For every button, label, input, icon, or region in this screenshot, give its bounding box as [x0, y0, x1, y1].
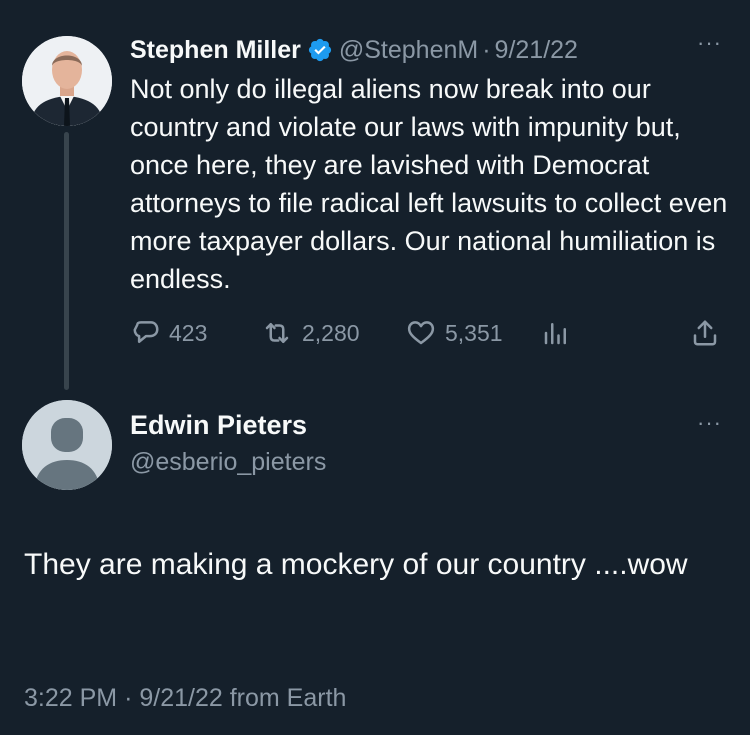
- reply-meta-separator: ·: [124, 684, 133, 712]
- reply-more-options-icon[interactable]: ···: [697, 410, 722, 436]
- profile-photo-icon: [22, 36, 112, 126]
- reply-tweet-text: They are making a mockery of our country…: [24, 548, 688, 581]
- parent-tweet-header: Stephen Miller @StephenM · 9/21/22: [130, 34, 578, 66]
- retweet-count: 2,280: [302, 319, 360, 346]
- author-handle[interactable]: @StephenM: [339, 34, 478, 66]
- heart-icon: [405, 318, 437, 348]
- thread-connector-line: [64, 132, 69, 390]
- like-count: 5,351: [445, 319, 503, 346]
- meta-separator: ·: [482, 36, 491, 64]
- reply-icon: [131, 318, 161, 348]
- reply-button[interactable]: 423: [131, 316, 207, 350]
- reply-author-display-name[interactable]: Edwin Pieters: [130, 410, 307, 441]
- verified-badge-icon: [307, 37, 333, 63]
- reply-tweet-meta: 3:22 PM · 9/21/22 from Earth: [24, 684, 346, 713]
- reply-author-handle[interactable]: @esberio_pieters: [130, 448, 326, 477]
- reply-count: 423: [169, 319, 208, 346]
- like-button[interactable]: 5,351: [405, 316, 503, 350]
- reply-source: from Earth: [229, 684, 347, 712]
- share-button[interactable]: [690, 316, 720, 350]
- views-button[interactable]: [541, 316, 571, 350]
- avatar-stephen-miller[interactable]: [22, 36, 112, 126]
- author-display-name[interactable]: Stephen Miller: [130, 34, 301, 66]
- reply-time[interactable]: 3:22 PM: [24, 684, 117, 712]
- retweet-icon: [260, 318, 294, 348]
- default-avatar-icon: [22, 400, 112, 490]
- tweet-date[interactable]: 9/21/22: [495, 34, 578, 66]
- more-options-icon[interactable]: ···: [697, 30, 722, 56]
- share-icon: [690, 317, 720, 349]
- views-bar-chart-icon: [541, 318, 571, 348]
- reply-date[interactable]: 9/21/22: [139, 684, 222, 712]
- parent-tweet-text: Not only do illegal aliens now break int…: [130, 74, 728, 294]
- retweet-button[interactable]: 2,280: [260, 316, 360, 350]
- avatar-edwin-pieters[interactable]: [22, 400, 112, 490]
